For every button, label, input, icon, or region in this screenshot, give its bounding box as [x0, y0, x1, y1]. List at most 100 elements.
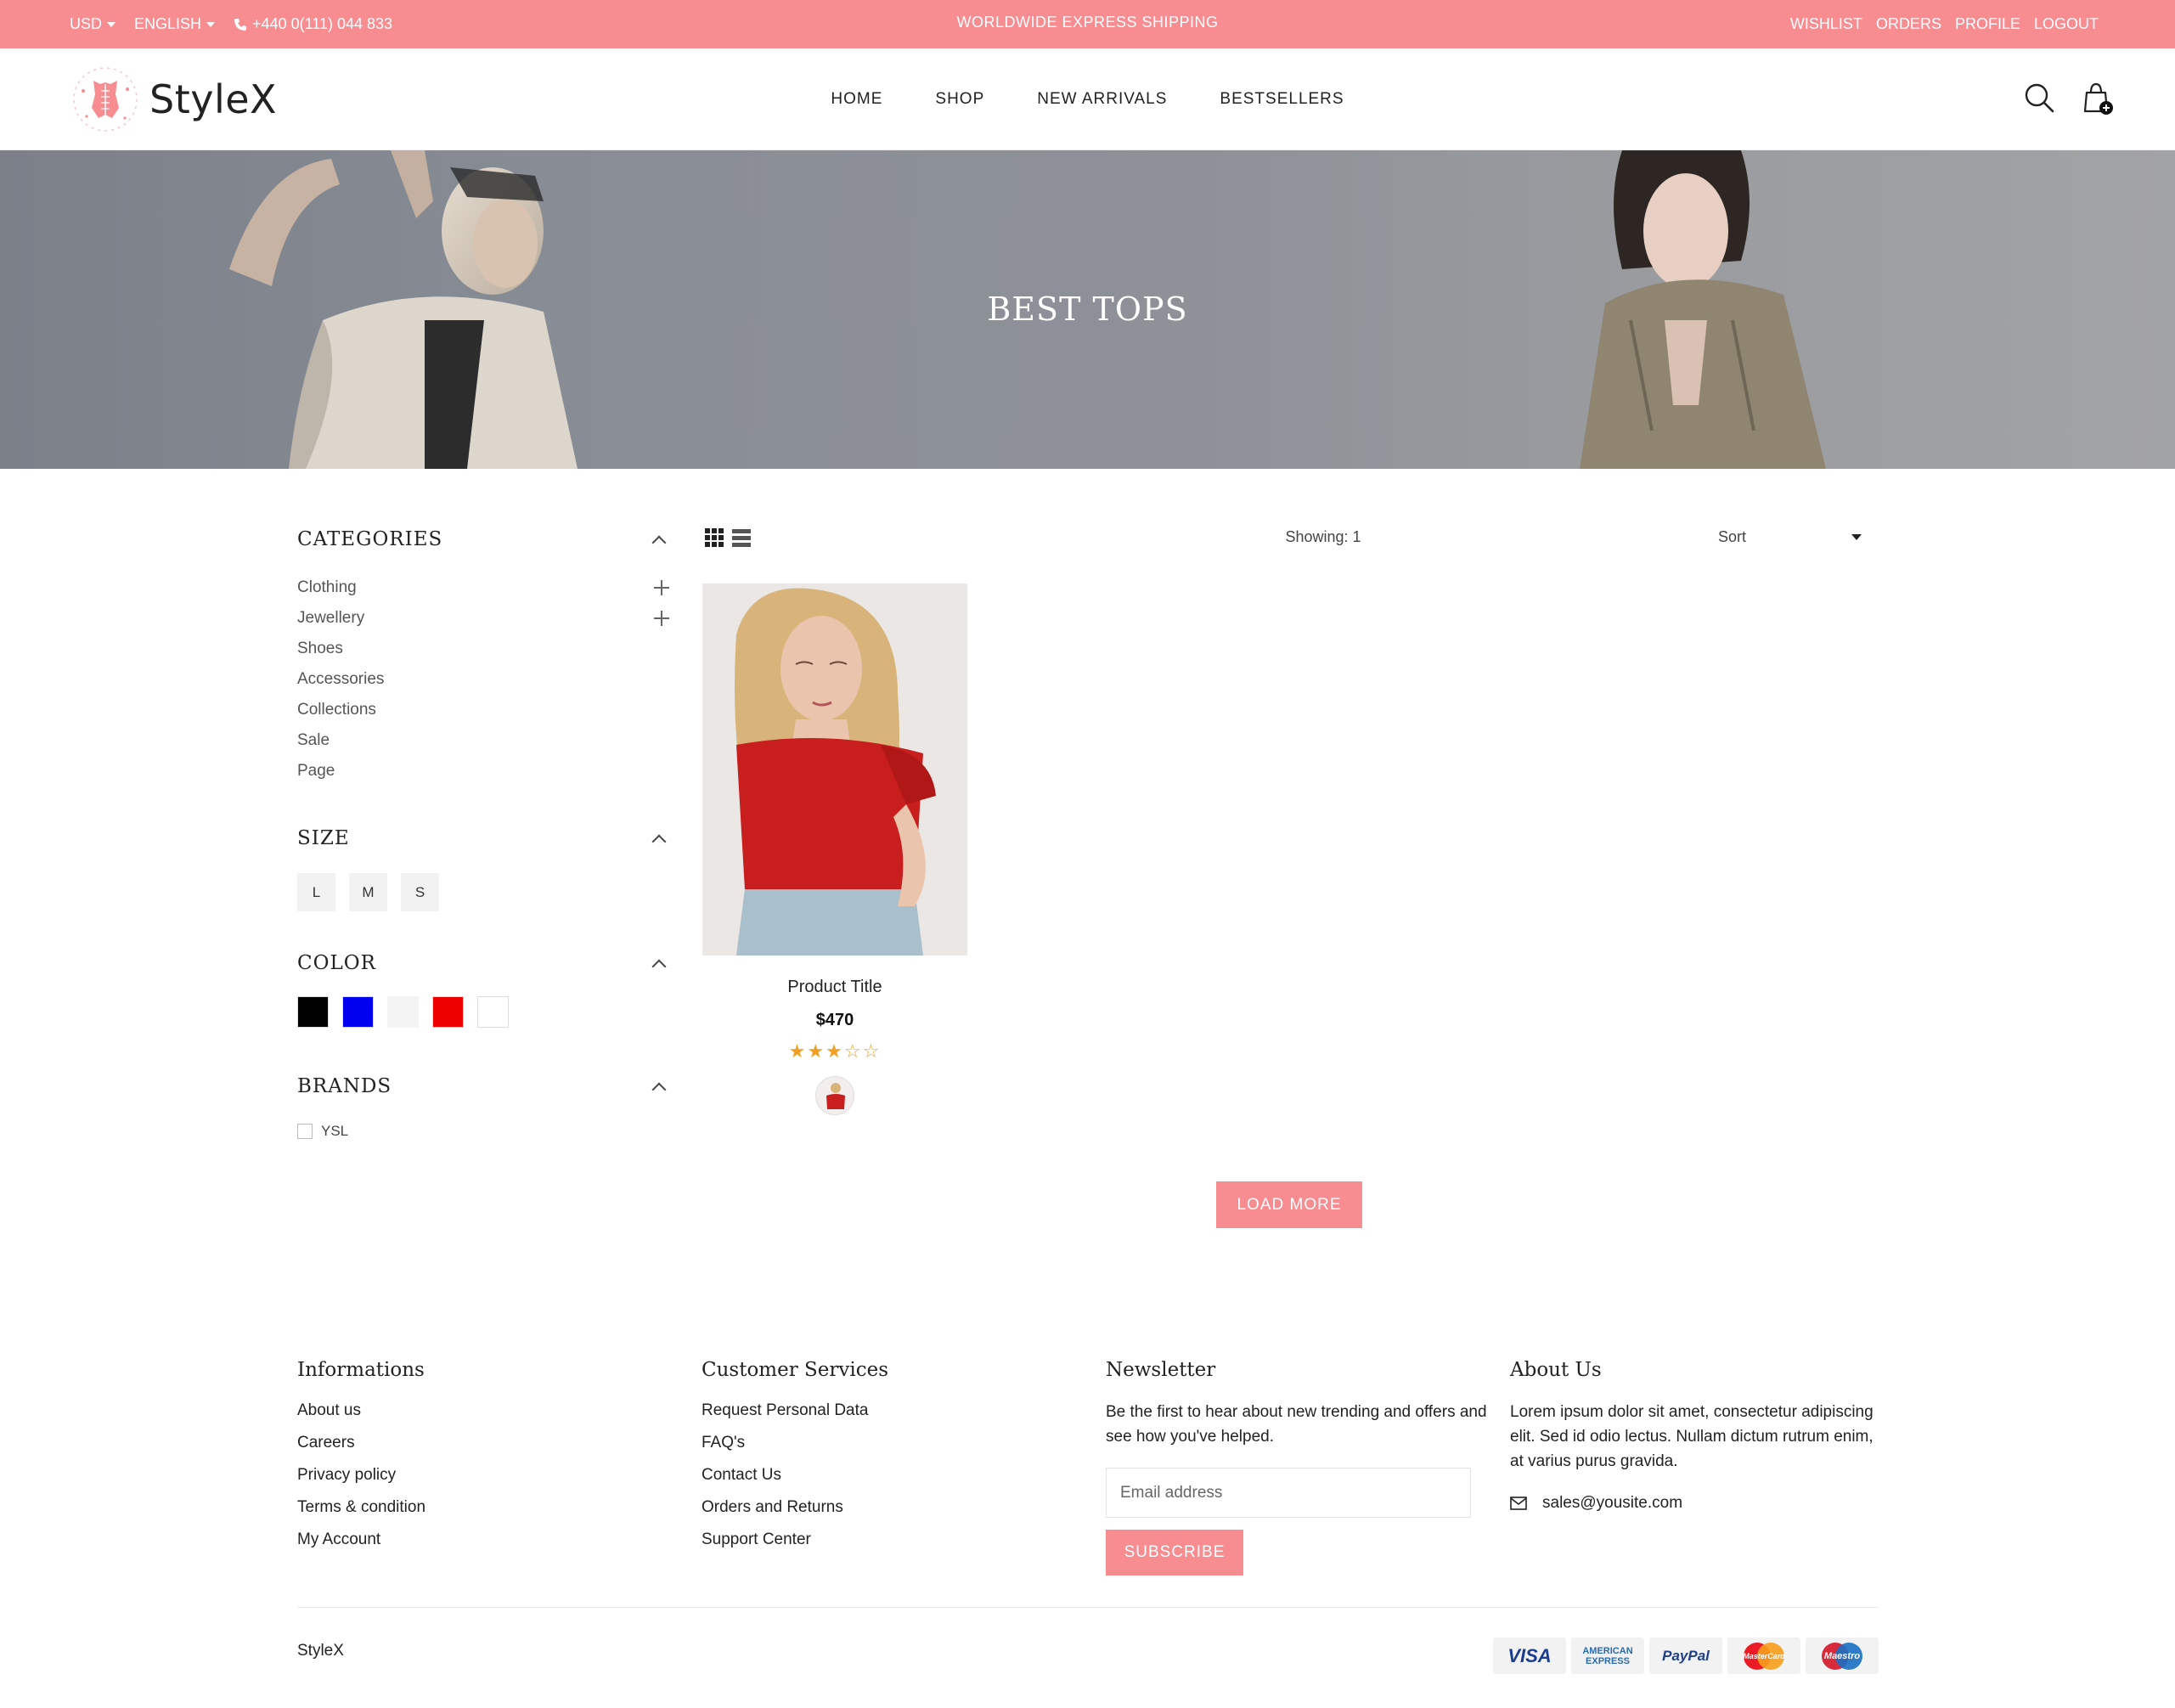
- profile-link[interactable]: PROFILE: [1955, 15, 2020, 33]
- chevron-up-icon[interactable]: [651, 1082, 667, 1097]
- category-item-sale[interactable]: Sale: [297, 725, 671, 756]
- brands-header[interactable]: BRANDS: [297, 1075, 671, 1097]
- amex-icon: AMERICAN EXPRESS: [1571, 1638, 1644, 1674]
- size-option-s[interactable]: S: [401, 873, 439, 911]
- chevron-up-icon[interactable]: [651, 959, 667, 974]
- size-option-m[interactable]: M: [349, 873, 387, 911]
- category-item-shoes[interactable]: Shoes: [297, 634, 671, 664]
- main-nav: HOME SHOP NEW ARRIVALS BESTSELLERS: [0, 48, 2175, 150]
- page-title: BEST TOPS: [987, 290, 1188, 328]
- category-item-accessories[interactable]: Accessories: [297, 664, 671, 695]
- subscribe-button[interactable]: SUBSCRIBE: [1106, 1530, 1243, 1576]
- footer-divider: [297, 1607, 1879, 1608]
- sort-label: Sort: [1718, 528, 1747, 545]
- footer-customer-services: Customer Services Request Personal Data …: [702, 1359, 1106, 1576]
- footer-link-orders-returns[interactable]: Orders and Returns: [702, 1497, 1106, 1529]
- size-options: L M S: [297, 873, 671, 911]
- about-text: Lorem ipsum dolor sit amet, consectetur …: [1510, 1403, 1874, 1470]
- category-list: Clothing Jewellery Shoes Accessories Col…: [297, 572, 671, 786]
- cart-icon[interactable]: [2080, 81, 2114, 115]
- paypal-icon: PayPal: [1649, 1638, 1722, 1674]
- product-card[interactable]: Product Title $470 ★★★☆☆: [702, 583, 967, 1115]
- plus-icon[interactable]: [654, 611, 669, 626]
- footer-link-support-center[interactable]: Support Center: [702, 1529, 1106, 1561]
- nav-bestsellers[interactable]: BESTSELLERS: [1220, 87, 1344, 112]
- footer-heading: Informations: [297, 1359, 425, 1381]
- mastercard-icon: MasterCard: [1727, 1638, 1800, 1674]
- footer-link-faqs[interactable]: FAQ's: [702, 1432, 1106, 1464]
- newsletter-text: Be the first to hear about new trending …: [1106, 1403, 1487, 1446]
- color-swatch-blue[interactable]: [342, 996, 374, 1028]
- phone-icon: [234, 18, 247, 31]
- brand-label: YSL: [321, 1123, 349, 1139]
- caret-down-icon: [1851, 533, 1862, 540]
- size-option-l[interactable]: L: [297, 873, 335, 911]
- phone-number[interactable]: +440 0(111) 044 833: [234, 15, 392, 33]
- brands-title: BRANDS: [297, 1075, 392, 1097]
- envelope-icon: [1510, 1497, 1527, 1510]
- logo[interactable]: StyleX: [71, 65, 277, 133]
- footer-link-about-us[interactable]: About us: [297, 1400, 702, 1432]
- maestro-icon: Maestro: [1806, 1638, 1879, 1674]
- size-header[interactable]: SIZE: [297, 827, 671, 849]
- category-item-page[interactable]: Page: [297, 756, 671, 786]
- color-header[interactable]: COLOR: [297, 952, 671, 974]
- site-header: StyleX HOME SHOP NEW ARRIVALS BESTSELLER…: [0, 48, 2175, 150]
- nav-home[interactable]: HOME: [831, 87, 882, 112]
- category-item-jewellery[interactable]: Jewellery: [297, 603, 671, 634]
- chevron-up-icon[interactable]: [651, 834, 667, 849]
- visa-icon: VISA: [1493, 1638, 1566, 1674]
- logout-link[interactable]: LOGOUT: [2034, 15, 2099, 33]
- category-item-clothing[interactable]: Clothing: [297, 572, 671, 603]
- product-rating: ★★★☆☆: [702, 1040, 967, 1063]
- product-variant-thumbnail[interactable]: [815, 1076, 854, 1115]
- color-swatch-white[interactable]: [477, 996, 509, 1028]
- footer-informations: Informations About us Careers Privacy po…: [297, 1359, 702, 1576]
- plus-icon[interactable]: [654, 580, 669, 595]
- star-empty-icon: ☆: [843, 1040, 863, 1062]
- load-more-button[interactable]: LOAD MORE: [1216, 1181, 1362, 1228]
- footer-link-contact-us[interactable]: Contact Us: [702, 1464, 1106, 1497]
- star-filled-icon: ★: [788, 1040, 808, 1062]
- footer-link-privacy-policy[interactable]: Privacy policy: [297, 1464, 702, 1497]
- footer-link-careers[interactable]: Careers: [297, 1432, 702, 1464]
- footer-link-my-account[interactable]: My Account: [297, 1529, 702, 1561]
- size-title: SIZE: [297, 827, 350, 849]
- brand-checkbox[interactable]: [297, 1124, 313, 1139]
- categories-title: CATEGORIES: [297, 528, 443, 550]
- category-item-collections[interactable]: Collections: [297, 695, 671, 725]
- corset-logo-icon: [73, 67, 138, 132]
- nav-new-arrivals[interactable]: NEW ARRIVALS: [1037, 87, 1167, 112]
- brand-name: StyleX: [149, 76, 278, 122]
- hero-banner: BEST TOPS: [0, 150, 2175, 469]
- orders-link[interactable]: ORDERS: [1876, 15, 1941, 33]
- contact-email[interactable]: sales@yousite.com: [1510, 1494, 1879, 1513]
- footer-heading: About Us: [1510, 1359, 1602, 1381]
- payment-methods: VISA AMERICAN EXPRESS PayPal MasterCard …: [1493, 1638, 1879, 1674]
- product-image[interactable]: [702, 583, 967, 955]
- chevron-up-icon[interactable]: [651, 535, 667, 550]
- product-title[interactable]: Product Title: [702, 978, 967, 997]
- copyright: StyleX: [297, 1642, 344, 1660]
- color-swatch-black[interactable]: [297, 996, 329, 1028]
- currency-selector[interactable]: USD: [70, 15, 116, 33]
- color-title: COLOR: [297, 952, 376, 974]
- star-filled-icon: ★: [807, 1040, 826, 1062]
- language-selector[interactable]: ENGLISH: [134, 15, 216, 33]
- color-swatch-light-gray[interactable]: [387, 996, 419, 1028]
- footer-newsletter: Newsletter Be the first to hear about ne…: [1106, 1359, 1510, 1576]
- newsletter-email-input[interactable]: [1106, 1468, 1471, 1518]
- sort-select[interactable]: Sort: [1718, 527, 1867, 547]
- footer-about: About Us Lorem ipsum dolor sit amet, con…: [1510, 1359, 1879, 1576]
- brand-filter-ysl[interactable]: YSL: [297, 1123, 671, 1140]
- email-address: sales@yousite.com: [1542, 1494, 1683, 1512]
- chevron-down-icon: [206, 22, 216, 28]
- categories-header[interactable]: CATEGORIES: [297, 528, 671, 550]
- search-icon[interactable]: [2022, 81, 2056, 115]
- footer-link-terms[interactable]: Terms & condition: [297, 1497, 702, 1529]
- filter-sidebar: CATEGORIES Clothing Jewellery Shoes Acce…: [297, 510, 671, 1140]
- nav-shop[interactable]: SHOP: [935, 87, 984, 112]
- wishlist-link[interactable]: WISHLIST: [1790, 15, 1862, 33]
- color-swatch-red[interactable]: [432, 996, 464, 1028]
- footer-link-request-data[interactable]: Request Personal Data: [702, 1400, 1106, 1432]
